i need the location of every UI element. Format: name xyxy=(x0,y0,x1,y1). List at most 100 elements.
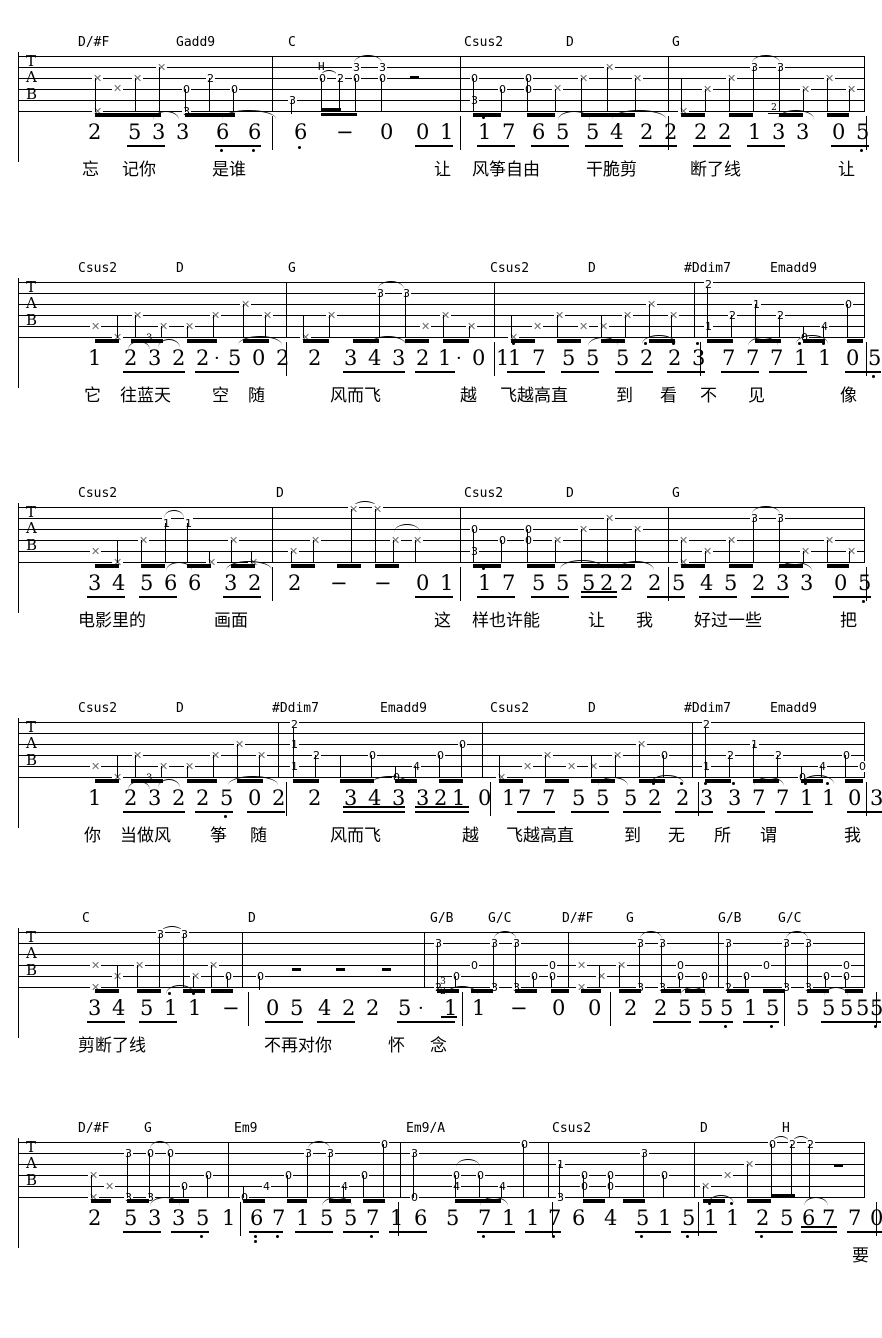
jianpu-note: 5 xyxy=(636,1206,650,1230)
jianpu-note: 5 xyxy=(678,996,692,1020)
jianpu-note: 7 xyxy=(752,786,766,810)
jianpu-note: 1 xyxy=(822,786,836,810)
tab-letter-t: T xyxy=(26,928,37,946)
jianpu-note: 2 xyxy=(308,346,322,370)
lyric-row: 它 往蓝天 空 随 风而飞 越 飞越高直 到 看 不 见 像 xyxy=(0,386,882,414)
lyric: 样也许能 xyxy=(472,611,540,631)
jianpu-note: 2 xyxy=(752,571,766,595)
tab-letter-b: B xyxy=(26,961,38,979)
tab-letter-a: A xyxy=(26,294,37,312)
lyric-row: 剪断了线 不再对你 怀 念 xyxy=(0,1036,882,1064)
tab-letter-b: B xyxy=(26,85,38,103)
staff-system-1: D/#F Gadd9 C Csus2 D G T A B ✕ ✕ ✕ ✕ ✕ 0… xyxy=(0,36,882,188)
tablature-sheet: D/#F Gadd9 C Csus2 D G T A B ✕ ✕ ✕ ✕ ✕ 0… xyxy=(0,0,882,1338)
jianpu-note: 3 xyxy=(700,786,714,810)
jianpu-note: 5 xyxy=(140,571,154,595)
jianpu-note: 4 xyxy=(610,120,624,144)
chord-symbol: D xyxy=(276,486,284,501)
chord-symbol: Gadd9 xyxy=(176,35,216,50)
jianpu-note: 1 xyxy=(390,1206,404,1230)
jianpu-note: 5 xyxy=(572,786,586,810)
chord-symbol: G xyxy=(672,35,680,50)
staff-system-5: C D G/B G/C D/#F G G/B G/C T A B ✕ ✕ ✕ ✕ xyxy=(0,912,882,1064)
jianpu-note: 5 xyxy=(724,571,738,595)
lyric: 到 xyxy=(616,386,633,406)
jianpu-note: 5 xyxy=(228,346,242,370)
jianpu-note: 5 xyxy=(596,786,610,810)
lyric: 筝 xyxy=(210,826,227,846)
chord-symbol: D xyxy=(588,261,596,276)
lyric: 不 xyxy=(700,386,717,406)
jianpu-note: 5 xyxy=(700,996,714,1020)
jianpu-row: 2 5 3 3 5 1 6 7 1 5 5 7 1 6 5 7 1 1 7 6 … xyxy=(0,1138,882,1248)
jianpu-note: 1 xyxy=(818,346,832,370)
jianpu-note: 2 xyxy=(88,120,102,144)
jianpu-note: 0 xyxy=(870,1206,882,1230)
lyric: 看 xyxy=(660,386,677,406)
jianpu-note: 6 xyxy=(414,1206,428,1230)
lyric: 空 xyxy=(212,386,229,406)
staff-system-4: Csus2 D #Ddim7 Emadd9 Csus2 D #Ddim7 Ema… xyxy=(0,702,882,854)
jianpu-note: 7 xyxy=(502,571,516,595)
jianpu-sustain: − xyxy=(222,996,240,1020)
chord-symbol: G/B xyxy=(718,911,742,926)
chord-symbol: D xyxy=(588,701,596,716)
lyric: 怀 xyxy=(388,1036,405,1056)
chord-symbol: Emadd9 xyxy=(770,261,817,276)
jianpu-note: 5 xyxy=(532,571,546,595)
chord-symbol: D/#F xyxy=(78,1121,110,1136)
jianpu-note: 2 xyxy=(124,786,138,810)
chord-row: Csus2 D G Csus2 D #Ddim7 Emadd9 xyxy=(0,262,882,282)
jianpu-row: 2 5 3 3 6 6 6 − 0 0 1 1 7 6 5 5 4 2 2 2 … xyxy=(0,52,882,162)
lyric: 无 xyxy=(668,826,685,846)
lyric: 剪断了线 xyxy=(78,1036,146,1056)
jianpu-note: 2 xyxy=(664,120,678,144)
chord-symbol: Emadd9 xyxy=(380,701,427,716)
chord-symbol: D xyxy=(176,261,184,276)
jianpu-note: 2 xyxy=(654,996,668,1020)
chord-symbol: Em9/A xyxy=(406,1121,446,1136)
jianpu-note: 0 xyxy=(266,996,280,1020)
chord-row: C D G/B G/C D/#F G G/B G/C xyxy=(0,912,882,932)
lyric: 所 xyxy=(714,826,731,846)
jianpu-note: 1 xyxy=(726,1206,740,1230)
jianpu-note: 0 xyxy=(380,120,394,144)
chord-symbol: Csus2 xyxy=(464,486,504,501)
lyric: 把 xyxy=(840,611,857,631)
jianpu-note: 7 xyxy=(272,1206,286,1230)
chord-symbol: G xyxy=(672,486,680,501)
jianpu-note: 3 xyxy=(172,1206,186,1230)
jianpu-note: 7 xyxy=(532,346,546,370)
tab-letter-a: A xyxy=(26,519,37,537)
jianpu-note: 2 xyxy=(366,996,380,1020)
jianpu-note: 5 xyxy=(556,120,570,144)
jianpu-note: 5 xyxy=(398,996,412,1020)
jianpu-row: 3 4 5 1 1 − 0 5 4 2 2 5 · 32 1 1 − 0 0 2… xyxy=(0,928,882,1038)
jianpu-note: 3 xyxy=(148,346,162,370)
tab-letter-b: B xyxy=(26,311,38,329)
tab-staff: T A B ✕ ✕ ✕ ✕ ✕ ✕ ✕ ✕ ✕ ✕ 3 3 xyxy=(0,279,882,343)
jianpu-note: 2 xyxy=(648,786,662,810)
lyric: 画面 xyxy=(214,611,248,631)
lyric: 让 xyxy=(588,611,605,631)
lyric: 忘 xyxy=(82,160,99,180)
jianpu-note: 1 xyxy=(222,1206,236,1230)
jianpu-note: 1 xyxy=(472,996,486,1020)
chord-symbol: C xyxy=(82,911,90,926)
jianpu-note: 4 xyxy=(604,1206,618,1230)
jianpu-note: 0 xyxy=(552,996,566,1020)
jianpu-note: 5 xyxy=(672,571,686,595)
jianpu-note: 5 xyxy=(856,120,870,144)
tab-letter-t: T xyxy=(26,718,37,736)
jianpu-note: 6 xyxy=(164,571,178,595)
jianpu-note: 3 xyxy=(796,120,810,144)
chord-symbol: D xyxy=(248,911,256,926)
jianpu-sustain: − xyxy=(510,996,528,1020)
jianpu-note: 7 xyxy=(502,120,516,144)
lyric: 越 xyxy=(462,826,479,846)
jianpu-note: 2 xyxy=(648,571,662,595)
lyric: 你 xyxy=(84,826,101,846)
jianpu-note: 7 xyxy=(366,1206,380,1230)
jianpu-note: 1 xyxy=(478,120,492,144)
jianpu-note: 3 xyxy=(88,996,102,1020)
